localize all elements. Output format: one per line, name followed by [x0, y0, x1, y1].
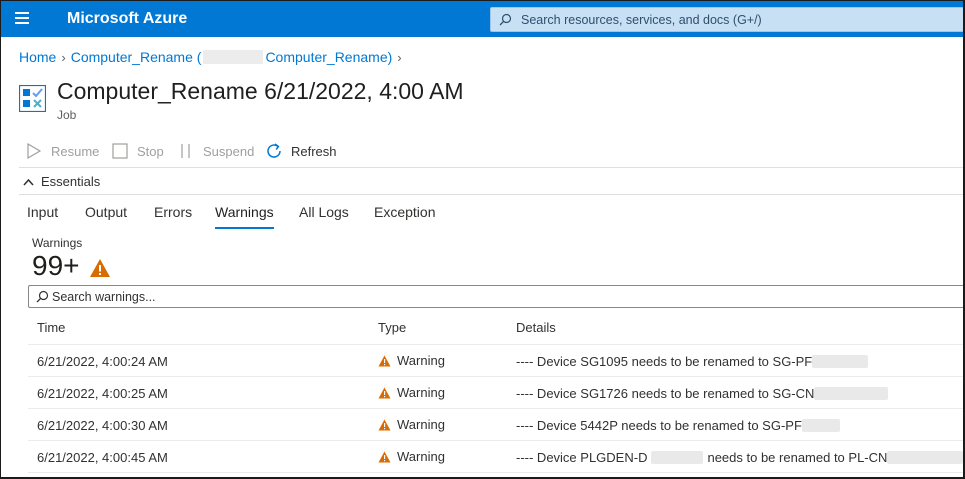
warning-icon: [378, 387, 391, 398]
chevron-right-icon: ›: [61, 50, 66, 65]
warnings-stat-label: Warnings: [32, 236, 83, 250]
search-icon: [499, 13, 512, 26]
type-label: Warning: [397, 417, 445, 432]
breadcrumb-runbook[interactable]: Computer_Rename ( Computer_Rename): [71, 49, 393, 65]
global-search-input[interactable]: Search resources, services, and docs (G+…: [490, 7, 963, 32]
type-label: Warning: [397, 353, 445, 368]
divider: [19, 194, 963, 195]
warning-icon: [378, 451, 391, 462]
details-cell: ---- Device SG1726 needs to be renamed t…: [516, 386, 889, 401]
type-cell: Warning: [378, 417, 445, 432]
chevron-up-icon: [23, 178, 34, 186]
stop-button[interactable]: Stop: [111, 139, 164, 163]
warnings-count: 99+: [32, 250, 80, 281]
details-text: ---- Device SG1726 needs to be renamed t…: [516, 386, 815, 401]
redacted-area: [887, 451, 963, 464]
tab-all-logs[interactable]: All Logs: [299, 204, 349, 227]
details-cell: ---- Device 5442P needs to be renamed to…: [516, 418, 840, 433]
hamburger-menu-icon[interactable]: [15, 12, 29, 24]
table-row[interactable]: 6/21/2022, 4:00:30 AM Warning ---- Devic…: [28, 409, 963, 441]
details-text: ---- Device 5442P needs to be renamed to…: [516, 418, 802, 433]
tab-warnings[interactable]: Warnings: [215, 204, 274, 229]
column-header-type[interactable]: Type: [378, 320, 406, 335]
portal-window: Microsoft Azure Search resources, servic…: [0, 0, 965, 479]
column-header-time[interactable]: Time: [37, 320, 65, 335]
job-icon: [19, 85, 46, 112]
details-text: ---- Device SG1095 needs to be renamed t…: [516, 354, 813, 369]
details-text-a: ---- Device PLGDEN-D: [516, 450, 648, 465]
essentials-toggle[interactable]: Essentials: [23, 174, 100, 189]
tab-errors[interactable]: Errors: [154, 204, 192, 227]
type-label: Warning: [397, 449, 445, 464]
tab-exception[interactable]: Exception: [374, 204, 435, 227]
type-cell: Warning: [378, 449, 445, 464]
search-icon: [36, 290, 49, 303]
breadcrumb-home[interactable]: Home: [19, 49, 56, 65]
type-cell: Warning: [378, 385, 445, 400]
brand-title[interactable]: Microsoft Azure: [67, 10, 187, 28]
warning-icon: [378, 355, 391, 366]
search-warnings-input[interactable]: Search warnings...: [28, 285, 963, 308]
suspend-button[interactable]: Suspend: [177, 139, 254, 163]
column-header-details[interactable]: Details: [516, 320, 556, 335]
pause-icon: [181, 144, 190, 158]
table-row[interactable]: 6/21/2022, 4:00:25 AM Warning ---- Devic…: [28, 377, 963, 409]
type-cell: Warning: [378, 353, 445, 368]
table-row[interactable]: 6/21/2022, 4:00:45 AM Warning ---- Devic…: [28, 441, 963, 473]
refresh-label: Refresh: [291, 143, 337, 159]
time-cell: 6/21/2022, 4:00:24 AM: [37, 354, 168, 369]
stop-label: Stop: [137, 143, 164, 159]
time-cell: 6/21/2022, 4:00:45 AM: [37, 450, 168, 465]
essentials-label: Essentials: [41, 174, 101, 189]
type-label: Warning: [397, 385, 445, 400]
breadcrumb-runbook-suffix: Computer_Rename): [265, 49, 393, 65]
resume-button[interactable]: Resume: [25, 139, 99, 163]
redacted-area: [203, 50, 264, 64]
warning-icon: [378, 419, 391, 430]
tab-output[interactable]: Output: [85, 204, 127, 227]
stop-icon: [112, 143, 128, 159]
table-header: Time Type Details: [28, 313, 963, 345]
time-cell: 6/21/2022, 4:00:25 AM: [37, 386, 168, 401]
chevron-right-icon: ›: [397, 50, 402, 65]
suspend-label: Suspend: [203, 143, 255, 159]
breadcrumb-runbook-prefix: Computer_Rename (: [70, 49, 202, 65]
details-text-b: needs to be renamed to PL-CN: [707, 450, 888, 465]
redacted-area: [801, 419, 840, 432]
resume-label: Resume: [51, 143, 100, 159]
refresh-icon: [267, 143, 281, 158]
play-icon: [27, 142, 42, 160]
top-bar: Microsoft Azure Search resources, servic…: [1, 1, 963, 37]
warning-icon: [90, 259, 110, 277]
refresh-button[interactable]: Refresh: [265, 139, 337, 163]
divider: [19, 167, 963, 168]
page-title: Computer_Rename 6/21/2022, 4:00 AM: [57, 78, 464, 104]
table-row[interactable]: 6/21/2022, 4:00:24 AM Warning ---- Devic…: [28, 345, 963, 377]
tab-input[interactable]: Input: [27, 204, 58, 227]
page-subtitle: Job: [57, 108, 77, 122]
warnings-table: Time Type Details 6/21/2022, 4:00:24 AM …: [28, 313, 963, 473]
global-search-placeholder: Search resources, services, and docs (G+…: [521, 13, 762, 27]
breadcrumb: Home › Computer_Rename ( Computer_Rename) ›: [19, 49, 407, 65]
search-warnings-placeholder: Search warnings...: [52, 290, 156, 304]
details-cell: ---- Device SG1095 needs to be renamed t…: [516, 354, 869, 369]
details-cell: ---- Device PLGDEN-D needs to be renamed …: [516, 450, 963, 465]
time-cell: 6/21/2022, 4:00:30 AM: [37, 418, 168, 433]
redacted-area: [812, 355, 869, 368]
redacted-area: [814, 387, 889, 400]
redacted-area: [651, 451, 704, 464]
